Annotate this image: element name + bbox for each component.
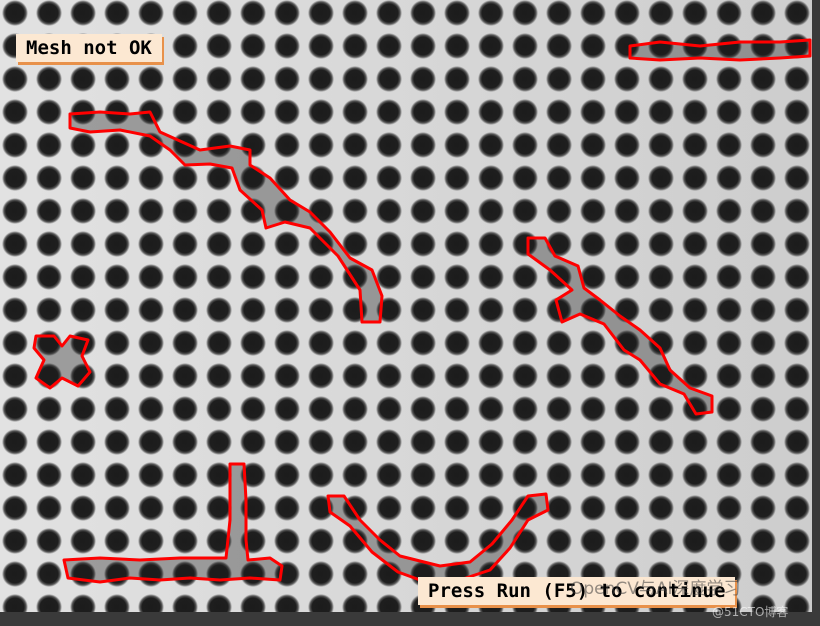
defect-region-t-shape — [62, 462, 284, 584]
status-label: Mesh not OK — [16, 34, 162, 62]
defect-overlay — [32, 38, 812, 584]
watermark: OpenCV与AI深度学习 — [570, 579, 741, 599]
watermark-source: @51CTO博客 — [712, 605, 789, 619]
defect-region-arc-left — [68, 110, 384, 324]
defect-region-arc-right — [526, 236, 714, 416]
image-window: Mesh not OK Press Run (F5) to continue O… — [0, 0, 820, 626]
defect-region-top-right — [628, 38, 812, 62]
defect-region-bottom-arc — [326, 492, 550, 582]
defect-region-cross — [32, 334, 92, 390]
